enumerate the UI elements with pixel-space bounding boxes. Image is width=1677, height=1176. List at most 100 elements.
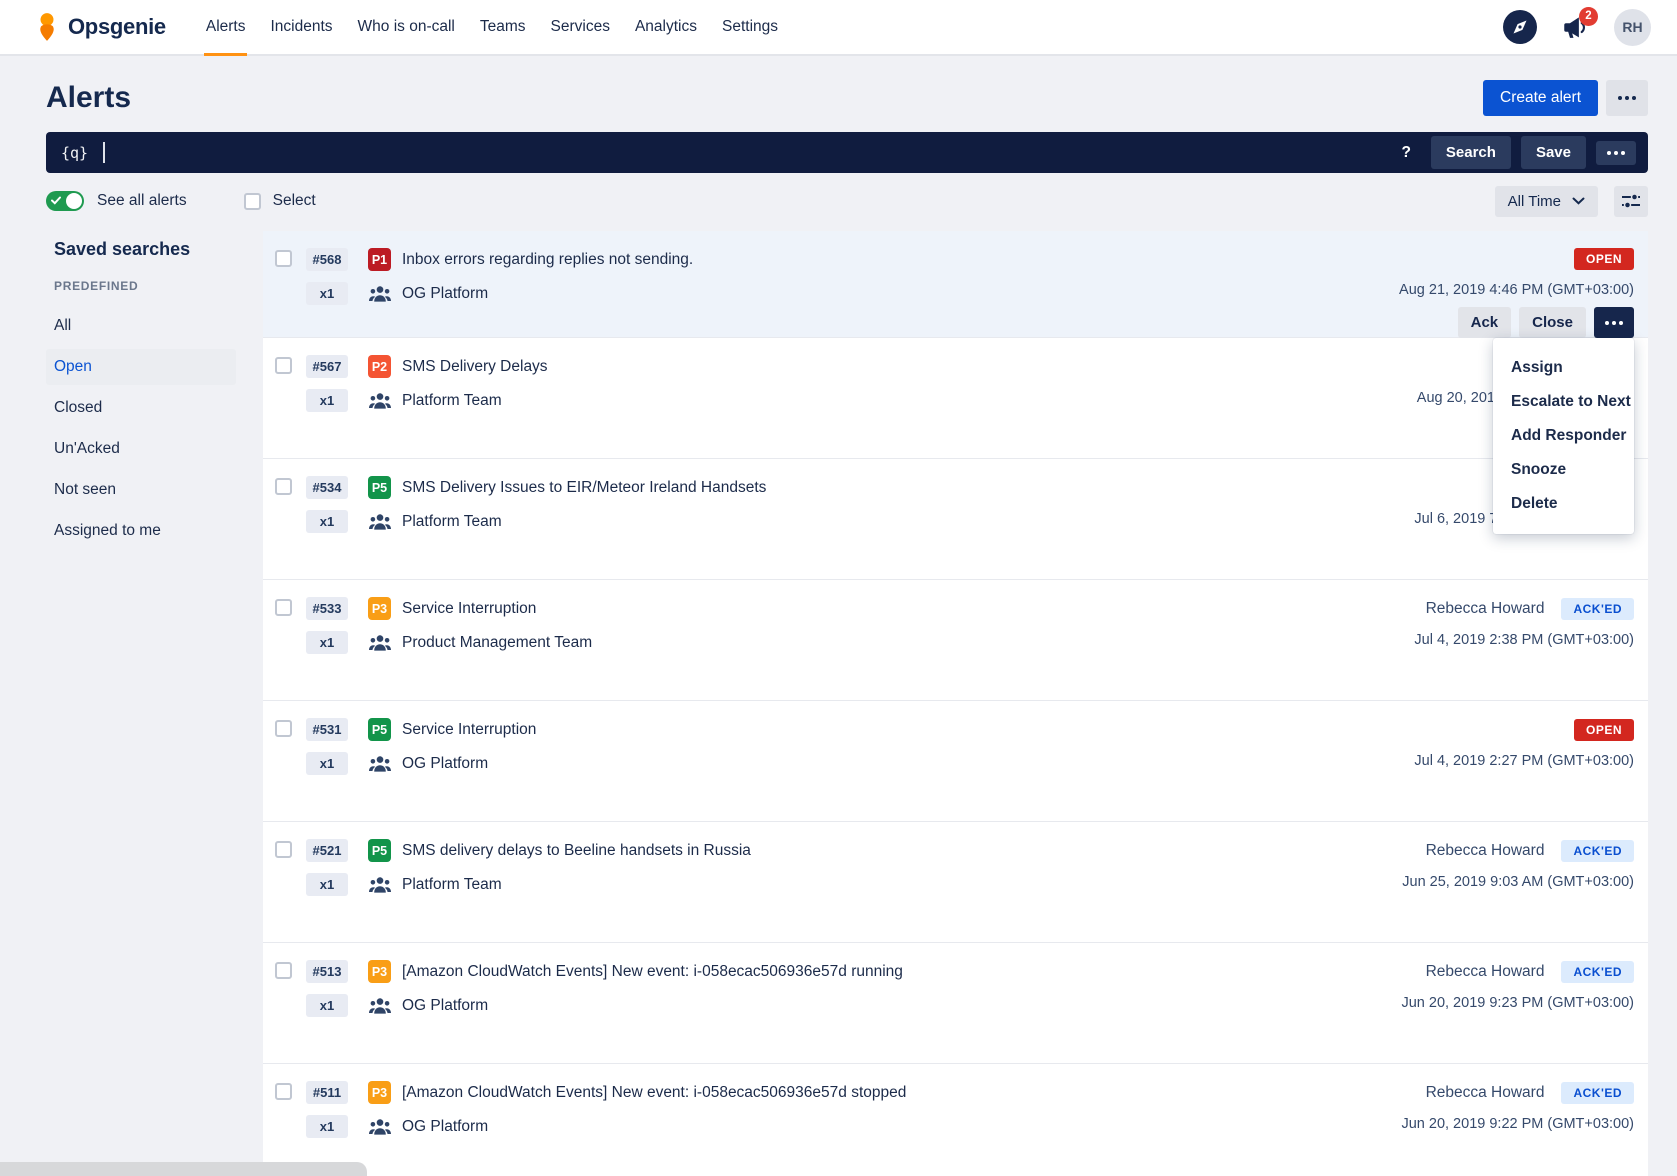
nav-item-alerts[interactable]: Alerts — [206, 0, 246, 54]
header-more-button[interactable] — [1606, 80, 1648, 116]
alert-title: SMS delivery delays to Beeline handsets … — [402, 842, 751, 860]
close-button[interactable]: Close — [1519, 307, 1586, 338]
alert-team: Platform Team — [402, 513, 502, 531]
alert-team: Product Management Team — [402, 634, 592, 652]
menu-item-assign[interactable]: Assign — [1493, 351, 1634, 385]
alert-timestamp: Jun 20, 2019 9:22 PM (GMT+03:00) — [1401, 1116, 1634, 1138]
alert-count-badge: x1 — [306, 994, 348, 1017]
alert-checkbox[interactable] — [275, 478, 292, 495]
alert-owner: Rebecca Howard — [1426, 842, 1545, 860]
select-all-checkbox[interactable] — [244, 193, 261, 210]
alert-row[interactable]: #534 P5 SMS Delivery Issues to EIR/Meteo… — [263, 459, 1648, 580]
notification-count-badge: 2 — [1579, 7, 1598, 26]
alert-id-badge: #534 — [306, 476, 348, 499]
search-more-button[interactable] — [1596, 141, 1636, 165]
alert-row[interactable]: #567 P2 SMS Delivery Delays x1 Platf — [263, 338, 1648, 459]
priority-badge: P5 — [368, 718, 391, 741]
opsgenie-logo-icon — [35, 12, 59, 42]
alert-row[interactable]: #533 P3 Service Interruption x1 Prod — [263, 580, 1648, 701]
alert-title: Inbox errors regarding replies not sendi… — [402, 251, 693, 269]
alert-context-menu: Assign Escalate to Next Add Responder Sn… — [1493, 338, 1634, 534]
sidebar-item-unacked[interactable]: Un'Acked — [46, 431, 236, 467]
priority-badge: P3 — [368, 1081, 391, 1104]
announcements-icon[interactable]: 2 — [1562, 14, 1589, 41]
alert-checkbox[interactable] — [275, 250, 292, 267]
alert-timestamp: Jul 4, 2019 2:38 PM (GMT+03:00) — [1414, 632, 1634, 654]
sidebar-item-open[interactable]: Open — [46, 349, 236, 385]
alert-count-badge: x1 — [306, 752, 348, 775]
menu-item-escalate-to-next[interactable]: Escalate to Next — [1493, 385, 1634, 419]
save-search-button[interactable]: Save — [1521, 136, 1586, 169]
search-help-button[interactable]: ? — [1401, 144, 1410, 162]
ack-button[interactable]: Ack — [1458, 307, 1512, 338]
create-alert-button[interactable]: Create alert — [1483, 80, 1598, 116]
status-badge: OPEN — [1574, 719, 1634, 741]
search-button[interactable]: Search — [1431, 136, 1511, 169]
nav-item-who-is-on-call[interactable]: Who is on-call — [358, 0, 455, 54]
priority-badge: P5 — [368, 839, 391, 862]
alert-timestamp: Jun 25, 2019 9:03 AM (GMT+03:00) — [1402, 874, 1634, 896]
menu-item-snooze[interactable]: Snooze — [1493, 453, 1634, 487]
alert-team: Platform Team — [402, 876, 502, 894]
search-input[interactable] — [105, 132, 1402, 173]
alert-team: OG Platform — [402, 1118, 488, 1136]
sidebar-item-all[interactable]: All — [46, 308, 236, 344]
alert-owner: Rebecca Howard — [1426, 1084, 1545, 1102]
alert-checkbox[interactable] — [275, 1083, 292, 1100]
sidebar-item-not-seen[interactable]: Not seen — [46, 472, 236, 508]
alert-title: Service Interruption — [402, 721, 536, 739]
nav-item-teams[interactable]: Teams — [480, 0, 526, 54]
query-syntax-icon: {q} — [61, 144, 88, 162]
compass-icon[interactable] — [1503, 10, 1537, 44]
row-more-button[interactable] — [1594, 307, 1634, 338]
alert-id-badge: #521 — [306, 839, 348, 862]
alert-team: OG Platform — [402, 997, 488, 1015]
alert-team: OG Platform — [402, 755, 488, 773]
nav-item-settings[interactable]: Settings — [722, 0, 778, 54]
nav-item-incidents[interactable]: Incidents — [270, 0, 332, 54]
brand-name: Opsgenie — [68, 14, 166, 40]
select-label: Select — [273, 192, 316, 210]
status-badge: ACK'ED — [1561, 1082, 1634, 1104]
nav-item-services[interactable]: Services — [551, 0, 610, 54]
alert-row[interactable]: #568 P1 Inbox errors regarding replies n… — [263, 231, 1648, 338]
alert-row[interactable]: #531 P5 Service Interruption x1 OG P — [263, 701, 1648, 822]
alert-title: SMS Delivery Delays — [402, 358, 548, 376]
page-title: Alerts — [46, 81, 131, 115]
alert-checkbox[interactable] — [275, 599, 292, 616]
alert-checkbox[interactable] — [275, 962, 292, 979]
filter-settings-button[interactable] — [1614, 186, 1648, 217]
alert-timestamp: Jul 4, 2019 2:27 PM (GMT+03:00) — [1414, 753, 1634, 775]
alert-list: #568 P1 Inbox errors regarding replies n… — [263, 231, 1648, 1176]
priority-badge: P3 — [368, 597, 391, 620]
ellipsis-icon — [1607, 151, 1625, 155]
avatar[interactable]: RH — [1614, 9, 1651, 46]
alert-row[interactable]: #521 P5 SMS delivery delays to Beeline h… — [263, 822, 1648, 943]
see-all-alerts-toggle[interactable] — [46, 191, 84, 211]
time-filter-dropdown[interactable]: All Time — [1495, 186, 1598, 217]
alert-id-badge: #531 — [306, 718, 348, 741]
sidebar-item-assigned-to-me[interactable]: Assigned to me — [46, 513, 236, 549]
sidebar-item-closed[interactable]: Closed — [46, 390, 236, 426]
nav-item-analytics[interactable]: Analytics — [635, 0, 697, 54]
team-icon — [368, 286, 391, 302]
alert-team: Platform Team — [402, 392, 502, 410]
alert-count-badge: x1 — [306, 631, 348, 654]
alert-id-badge: #511 — [306, 1081, 348, 1104]
menu-item-delete[interactable]: Delete — [1493, 487, 1634, 521]
menu-item-add-responder[interactable]: Add Responder — [1493, 419, 1634, 453]
priority-badge: P1 — [368, 248, 391, 271]
alert-checkbox[interactable] — [275, 720, 292, 737]
alert-checkbox[interactable] — [275, 357, 292, 374]
check-icon — [51, 196, 61, 205]
alert-row[interactable]: #511 P3 [Amazon CloudWatch Events] New e… — [263, 1064, 1648, 1176]
alert-row[interactable]: #513 P3 [Amazon CloudWatch Events] New e… — [263, 943, 1648, 1064]
alert-count-badge: x1 — [306, 282, 348, 305]
alert-id-badge: #513 — [306, 960, 348, 983]
status-badge: OPEN — [1574, 248, 1634, 270]
alert-owner: Rebecca Howard — [1426, 963, 1545, 981]
ellipsis-icon — [1618, 96, 1636, 100]
alert-count-badge: x1 — [306, 389, 348, 412]
alert-checkbox[interactable] — [275, 841, 292, 858]
opsgenie-brand[interactable]: Opsgenie — [35, 12, 166, 42]
